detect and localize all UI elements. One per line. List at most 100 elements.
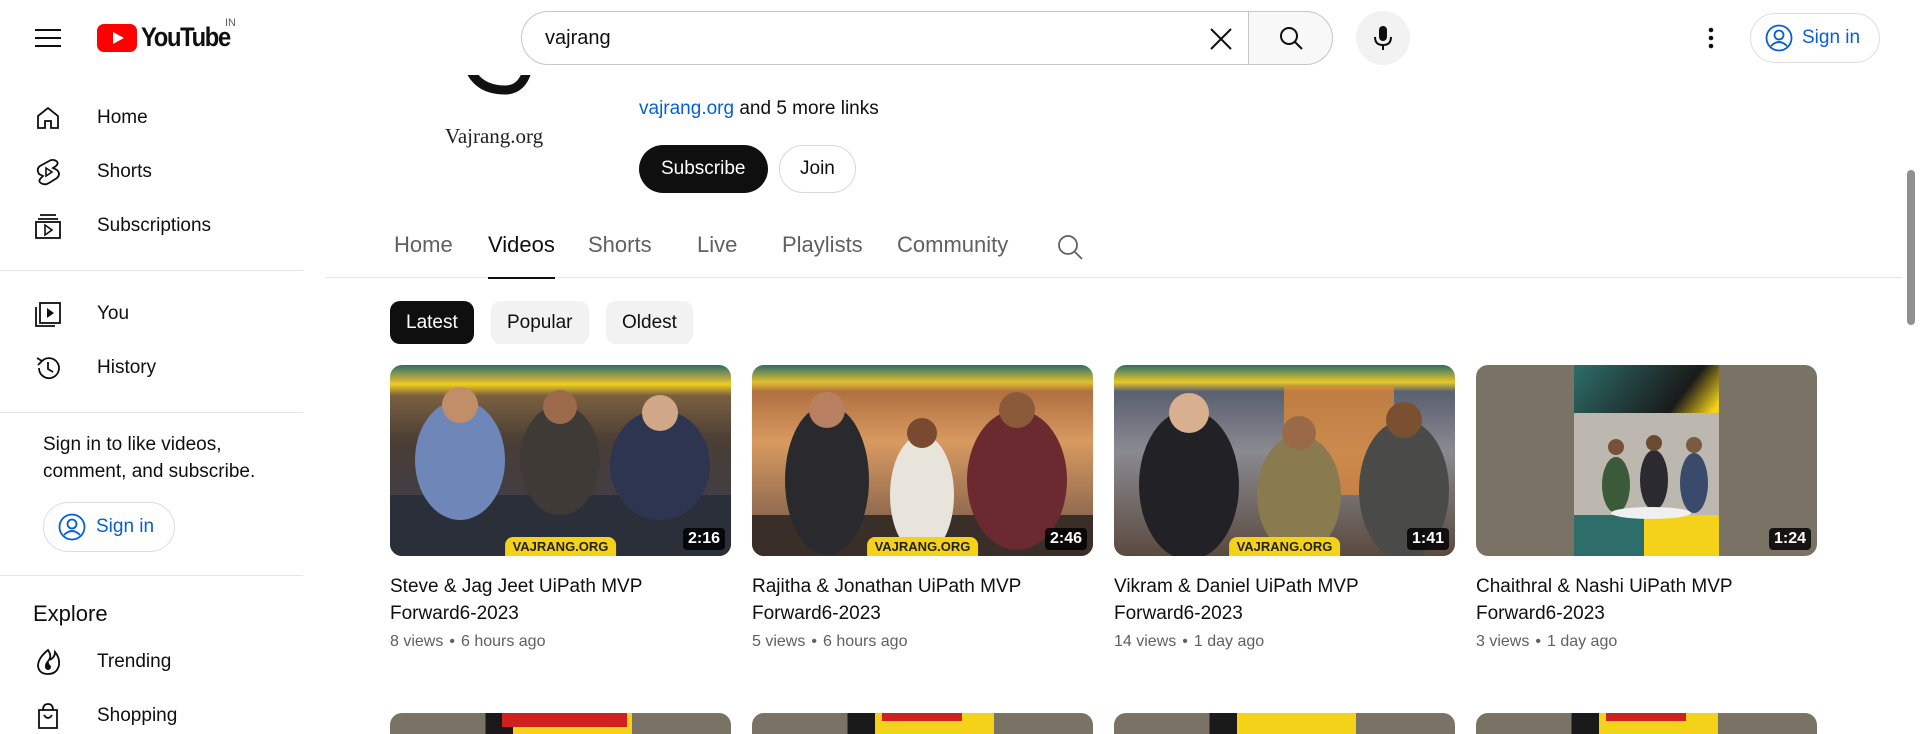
thumbnail-people-image (1139, 385, 1449, 556)
shopping-icon (33, 701, 63, 731)
sidebar-divider (0, 412, 303, 413)
channel-logo-text: Vajrang.org (445, 124, 544, 148)
sidebar-item-label: You (97, 303, 130, 324)
video-thumbnail[interactable]: VAJRANG.ORG 2:46 (752, 365, 1093, 556)
tab-community[interactable]: Community (897, 232, 1008, 278)
chip-popular[interactable]: Popular (491, 301, 589, 344)
meta-separator: • (449, 633, 455, 650)
view-count: 8 views (390, 633, 444, 650)
history-icon (33, 353, 63, 383)
video-title[interactable]: Rajitha & Jonathan UiPath MVP Forward6-2… (752, 573, 1072, 627)
sign-in-button[interactable]: Sign in (1750, 13, 1881, 63)
close-icon (1210, 28, 1232, 50)
channel-search-button[interactable] (1053, 230, 1087, 264)
thumbnail-watermark: VAJRANG.ORG (1228, 537, 1341, 556)
chip-oldest[interactable]: Oldest (606, 301, 693, 344)
video-thumbnail[interactable]: VAJRANG.ORG 2:16 (390, 365, 731, 556)
thumbnail-watermark: VAJRANG.ORG (866, 537, 979, 556)
home-icon (33, 103, 63, 133)
meta-separator: • (1182, 633, 1188, 650)
country-code: IN (225, 17, 236, 29)
youtube-wordmark: YouTube (141, 22, 231, 52)
chip-latest[interactable]: Latest (390, 301, 474, 344)
upload-age: 6 hours ago (822, 633, 908, 650)
tab-videos[interactable]: Videos (488, 232, 555, 279)
video-thumbnail[interactable] (1476, 713, 1817, 734)
microphone-icon (1374, 26, 1392, 50)
subscribe-button[interactable]: Subscribe (639, 145, 768, 193)
video-title[interactable]: Steve & Jag Jeet UiPath MVP Forward6-202… (390, 573, 710, 627)
tab-playlists[interactable]: Playlists (782, 232, 863, 278)
tab-home[interactable]: Home (394, 232, 453, 278)
shorts-icon (33, 157, 63, 187)
sidebar-item-label: Home (97, 107, 148, 128)
scrollbar-thumb[interactable] (1907, 170, 1915, 325)
channel-tabs: Home Videos Shorts Live Playlists Commun… (326, 220, 1902, 279)
sidebar-item-you[interactable]: You (0, 287, 303, 341)
sidebar-item-label: History (97, 357, 157, 378)
view-count: 5 views (752, 633, 806, 650)
subscribed-banner-graphic (502, 713, 627, 727)
thumbnail-watermark: VAJRANG.ORG (504, 537, 617, 556)
channel-links: vajrang.org and 5 more links (639, 98, 879, 120)
sidebar-divider (0, 270, 303, 271)
sidebar-item-shorts[interactable]: Shorts (0, 145, 303, 199)
video-duration: 1:41 (1406, 528, 1449, 550)
tab-live[interactable]: Live (697, 232, 737, 278)
clear-search-button[interactable] (1203, 21, 1239, 57)
sidebar-item-home[interactable]: Home (0, 91, 303, 145)
voice-search-button[interactable] (1356, 11, 1410, 65)
account-icon (1765, 24, 1793, 52)
masthead: YouTube IN Sign in (0, 0, 1920, 75)
channel-avatar[interactable]: Vajrang.org (425, 62, 570, 162)
thumbnail-people-image (1574, 365, 1719, 556)
sign-in-label: Sign in (96, 516, 155, 537)
video-title[interactable]: Chaithral & Nashi UiPath MVP Forward6-20… (1476, 573, 1796, 627)
meta-separator: • (811, 633, 817, 650)
video-duration: 2:46 (1044, 528, 1087, 550)
settings-more-button[interactable] (1690, 17, 1732, 59)
video-thumbnail[interactable]: VAJRANG.ORG 1:41 (1114, 365, 1455, 556)
youtube-play-icon (97, 23, 137, 52)
video-duration: 1:24 (1768, 528, 1811, 550)
video-card[interactable]: VAJRANG.ORG 2:46 Rajitha & Jonathan UiPa… (752, 365, 1093, 651)
hamburger-icon (35, 29, 61, 47)
video-metadata: 5 views • 6 hours ago (752, 633, 1093, 651)
search-input[interactable] (545, 26, 1145, 50)
sidebar-item-subscriptions[interactable]: Subscriptions (0, 199, 303, 253)
sidebar-sign-in-button[interactable]: Sign in (43, 502, 176, 552)
video-card[interactable]: VAJRANG.ORG 2:16 Steve & Jag Jeet UiPath… (390, 365, 731, 651)
page-scrollbar[interactable] (1900, 75, 1920, 734)
channel-link[interactable]: vajrang.org (639, 98, 734, 119)
sidebar: Home Shorts Subscriptions You History Si… (0, 75, 303, 734)
sidebar-item-label: Shorts (97, 161, 152, 182)
meta-separator: • (1535, 633, 1541, 650)
video-card[interactable]: VAJRANG.ORG 1:41 Vikram & Daniel UiPath … (1114, 365, 1455, 651)
sidebar-item-history[interactable]: History (0, 341, 303, 395)
youtube-logo[interactable]: YouTube IN (97, 17, 242, 53)
video-title[interactable]: Vikram & Daniel UiPath MVP Forward6-2023 (1114, 573, 1434, 627)
tab-shorts[interactable]: Shorts (588, 232, 652, 278)
menu-button[interactable] (27, 17, 69, 59)
video-metadata: 3 views • 1 day ago (1476, 633, 1817, 651)
more-vert-icon (1708, 27, 1714, 49)
sidebar-divider (0, 575, 303, 576)
sidebar-item-shopping[interactable]: Shopping (0, 689, 303, 734)
view-count: 14 views (1114, 633, 1177, 650)
you-icon (33, 299, 63, 329)
upload-age: 6 hours ago (460, 633, 546, 650)
search-button[interactable] (1248, 11, 1333, 65)
search-icon (1279, 27, 1303, 50)
sidebar-item-trending[interactable]: Trending (0, 635, 303, 689)
video-thumbnail[interactable]: 1:24 (1476, 365, 1817, 556)
video-thumbnail[interactable] (1114, 713, 1455, 734)
video-metadata: 14 views • 1 day ago (1114, 633, 1455, 651)
more-links[interactable]: and 5 more links (739, 98, 878, 119)
video-thumbnail[interactable] (752, 713, 1093, 734)
join-button[interactable]: Join (779, 145, 856, 193)
video-thumbnail[interactable] (390, 713, 731, 734)
view-count: 3 views (1476, 633, 1530, 650)
trending-icon (33, 647, 63, 677)
video-card[interactable]: 1:24 Chaithral & Nashi UiPath MVP Forwar… (1476, 365, 1817, 651)
upload-age: 1 day ago (1193, 633, 1265, 650)
